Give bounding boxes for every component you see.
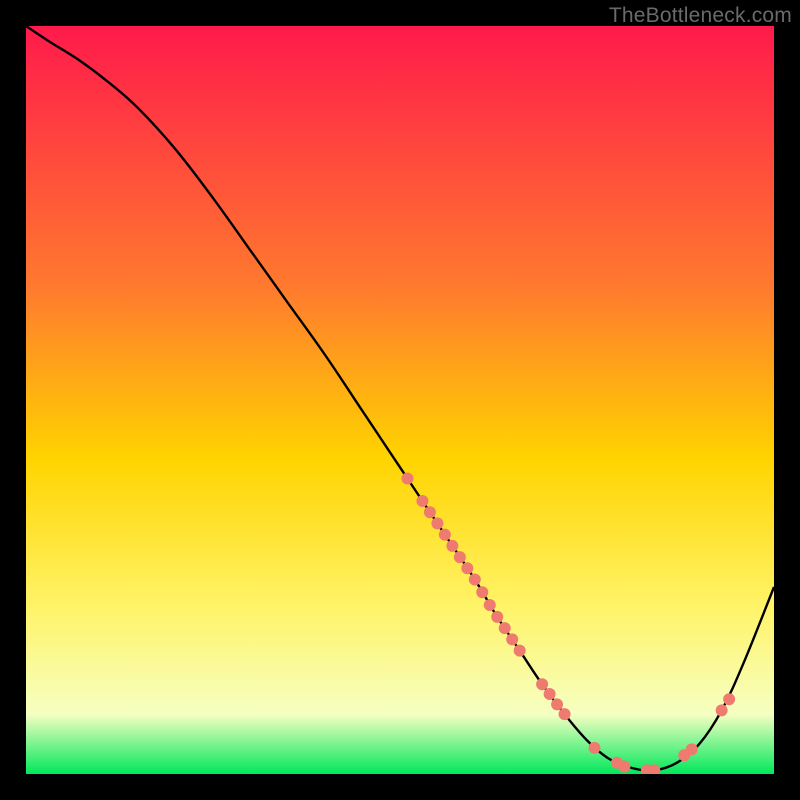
data-marker — [461, 562, 473, 574]
data-marker — [484, 599, 496, 611]
data-marker — [506, 633, 518, 645]
data-marker — [439, 529, 451, 541]
data-marker — [499, 622, 511, 634]
data-marker — [491, 611, 503, 623]
data-marker — [536, 678, 548, 690]
data-marker — [559, 708, 571, 720]
data-marker — [454, 551, 466, 563]
data-marker — [686, 743, 698, 755]
data-marker — [431, 517, 443, 529]
data-marker — [416, 495, 428, 507]
data-marker — [618, 761, 630, 773]
gradient-background — [26, 26, 774, 774]
data-marker — [446, 540, 458, 552]
bottleneck-chart — [26, 26, 774, 774]
data-marker — [469, 574, 481, 586]
data-marker — [514, 645, 526, 657]
data-marker — [588, 742, 600, 754]
data-marker — [544, 688, 556, 700]
data-marker — [716, 704, 728, 716]
data-marker — [476, 586, 488, 598]
data-marker — [424, 506, 436, 518]
data-marker — [723, 693, 735, 705]
chart-frame — [26, 26, 774, 774]
data-marker — [401, 473, 413, 485]
attribution-text: TheBottleneck.com — [609, 4, 792, 28]
data-marker — [551, 698, 563, 710]
